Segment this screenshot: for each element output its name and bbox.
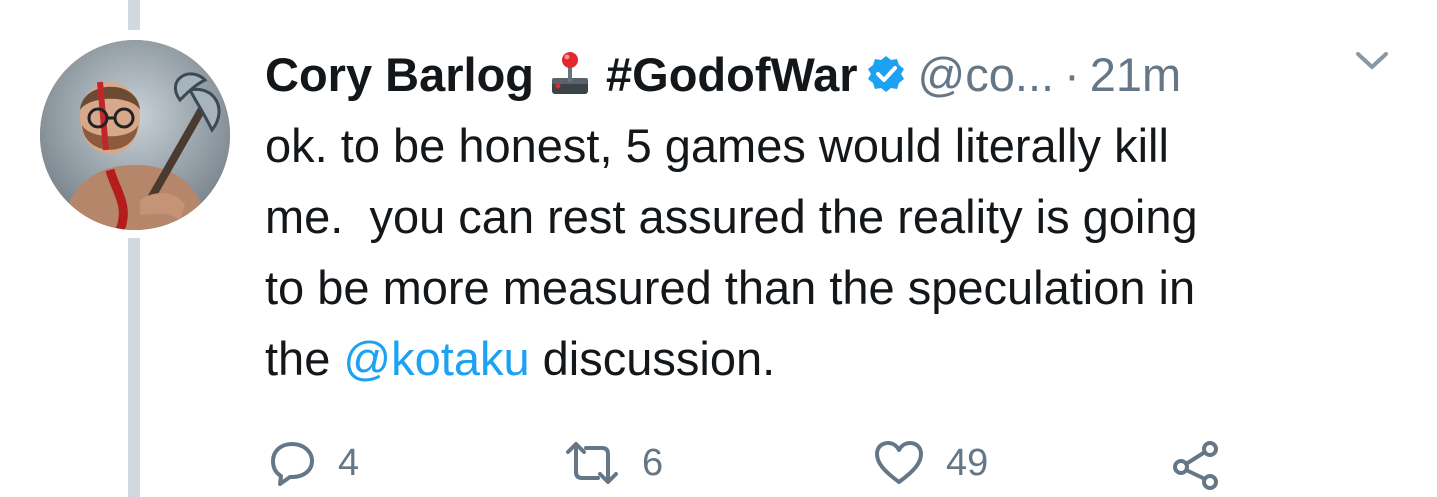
share-icon	[1173, 441, 1218, 490]
author-display-name[interactable]: Cory Barlog	[265, 47, 534, 102]
tweet-text-line: to be more measured than the speculation…	[265, 261, 1196, 314]
avatar[interactable]	[40, 40, 230, 230]
mention-link[interactable]: @kotaku	[343, 332, 529, 385]
reply-button[interactable]: 4	[270, 440, 359, 486]
tweet-actions: 4 6 49	[270, 440, 1270, 490]
tweet-text-line: ok. to be honest, 5 games would literall…	[265, 119, 1169, 172]
retweet-count: 6	[642, 441, 664, 484]
thread-line-bottom	[128, 238, 140, 497]
share-button[interactable]	[1170, 440, 1242, 490]
avatar-illustration	[40, 40, 230, 230]
joystick-icon	[548, 50, 592, 98]
tweet[interactable]: Cory Barlog #GodofWar @co... · 21m ok. t…	[265, 38, 1425, 394]
tweet-text-segment: discussion.	[529, 332, 776, 385]
separator-dot: ·	[1064, 47, 1080, 101]
verified-badge-icon	[866, 54, 906, 94]
reply-count: 4	[338, 441, 360, 484]
tweet-header: Cory Barlog #GodofWar @co... · 21m	[265, 38, 1425, 110]
tweet-text: ok. to be honest, 5 games would literall…	[265, 110, 1425, 394]
tweet-text-segment: the	[265, 332, 344, 385]
reply-icon	[271, 442, 314, 486]
like-count: 49	[946, 441, 989, 484]
chevron-down-icon[interactable]	[1355, 50, 1389, 77]
like-button[interactable]: 49	[874, 440, 988, 486]
author-handle[interactable]: @co...	[918, 47, 1055, 102]
tweet-timestamp[interactable]: 21m	[1090, 47, 1181, 102]
tweet-text-line: me. you can rest assured the reality is …	[265, 190, 1198, 243]
retweet-icon	[566, 442, 618, 484]
thread-line-top	[128, 0, 140, 30]
retweet-button[interactable]: 6	[564, 440, 663, 486]
heart-icon	[875, 441, 923, 484]
tweet-text-line: the @kotaku discussion.	[265, 323, 1425, 394]
author-hashtag[interactable]: #GodofWar	[606, 47, 858, 102]
